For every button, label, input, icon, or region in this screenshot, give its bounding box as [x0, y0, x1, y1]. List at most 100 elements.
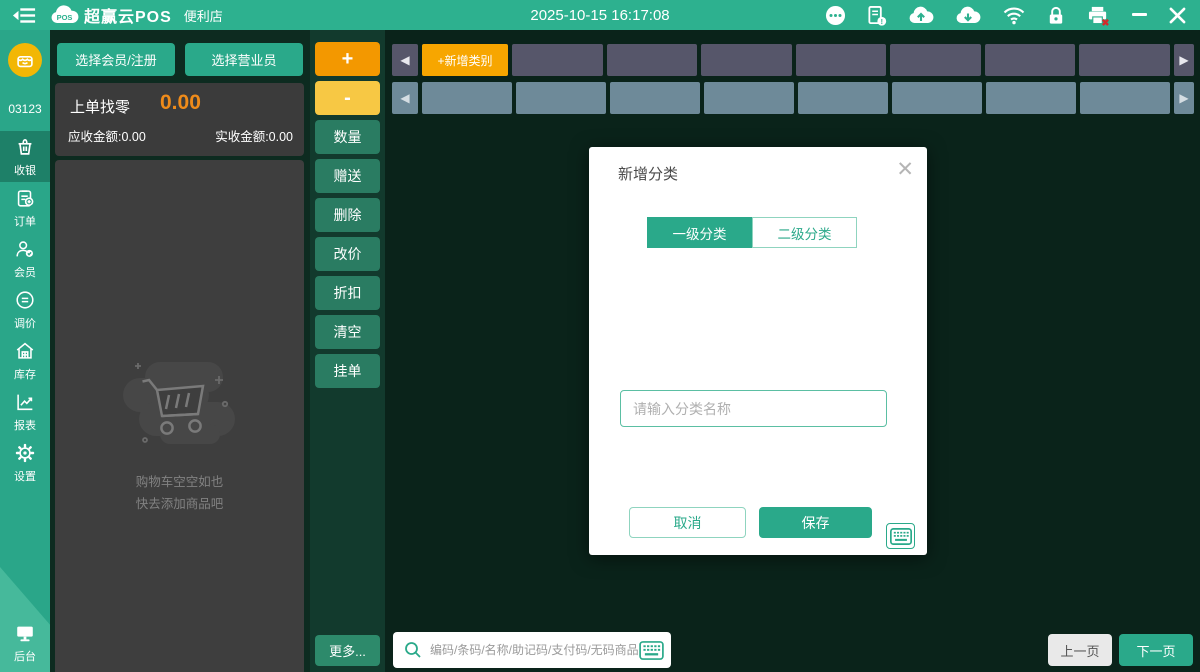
- server-alert-icon[interactable]: !: [867, 5, 887, 26]
- change-label: 上单找零: [70, 96, 130, 117]
- empty-cart-illustration: [105, 352, 255, 469]
- empty-cart-line1: 购物车空空如也: [136, 473, 224, 491]
- category-slot: [512, 44, 603, 76]
- lock-icon[interactable]: [1047, 5, 1065, 26]
- settings-icon: [14, 442, 36, 467]
- sidebar: 03123 收银 订单 会员 调价: [0, 30, 50, 672]
- modal-title: 新增分类: [618, 163, 678, 184]
- category-slot: [1079, 44, 1170, 76]
- category-slot: [985, 44, 1076, 76]
- prev-page-button[interactable]: 上一页: [1048, 634, 1112, 666]
- store-avatar[interactable]: [8, 43, 42, 77]
- tab-primary-category[interactable]: 一级分类: [647, 217, 752, 248]
- receivable-amount: 应收金额:0.00: [68, 126, 146, 145]
- svg-text:!: !: [881, 17, 883, 25]
- sidebar-item-orders[interactable]: 订单: [0, 182, 50, 233]
- cancel-button[interactable]: 取消: [629, 507, 746, 538]
- subcategory-slot: [986, 82, 1076, 114]
- modal-keyboard-icon[interactable]: [886, 523, 915, 549]
- topbar: POS 超赢云POS 便利店 2025-10-15 16:17:08 !: [0, 0, 1200, 30]
- subcategory-slot: [516, 82, 606, 114]
- sidebar-item-label: 收银: [14, 162, 36, 178]
- subcategory-slot: [892, 82, 982, 114]
- category-name-input[interactable]: [620, 390, 887, 427]
- sidebar-item-label: 会员: [14, 264, 36, 280]
- change-value: 0.00: [160, 91, 201, 115]
- select-clerk-button[interactable]: 选择营业员: [185, 43, 303, 76]
- inventory-icon: [14, 340, 36, 365]
- category-slot: [890, 44, 981, 76]
- sidebar-item-backend[interactable]: 后台: [0, 615, 50, 670]
- sidebar-item-label: 订单: [14, 213, 36, 229]
- subcategory-slot: [798, 82, 888, 114]
- save-button[interactable]: 保存: [759, 507, 872, 538]
- subcategory-slot: [1080, 82, 1170, 114]
- more-actions-button[interactable]: 更多...: [315, 635, 380, 666]
- sidebar-item-members[interactable]: 会员: [0, 233, 50, 284]
- sidebar-item-label: 调价: [14, 315, 36, 331]
- sidebar-item-price-adjust[interactable]: 调价: [0, 284, 50, 335]
- gift-button[interactable]: 赠送: [315, 159, 380, 193]
- search-keyboard-icon[interactable]: [639, 641, 664, 660]
- quantity-minus-button[interactable]: -: [315, 81, 380, 115]
- search-icon: [404, 641, 422, 659]
- collapse-menu-icon[interactable]: [12, 7, 36, 24]
- category-level-tabs: 一级分类 二级分类: [647, 217, 857, 248]
- next-page-button[interactable]: 下一页: [1119, 634, 1193, 666]
- sidebar-item-cashier[interactable]: 收银: [0, 131, 50, 182]
- subcategory-slot: [610, 82, 700, 114]
- subcategory-scroll-right-icon[interactable]: ▶: [1174, 82, 1194, 114]
- quantity-plus-button[interactable]: +: [315, 42, 380, 76]
- close-icon[interactable]: [1169, 7, 1186, 24]
- sidebar-item-settings[interactable]: 设置: [0, 437, 50, 488]
- store-name: 便利店: [184, 6, 223, 25]
- add-category-button[interactable]: +新增类别: [422, 44, 508, 76]
- wifi-icon: [1002, 5, 1026, 25]
- sidebar-item-inventory[interactable]: 库存: [0, 335, 50, 386]
- category-scroll-left-icon[interactable]: ◀: [392, 44, 418, 76]
- category-row-1: ◀ +新增类别 ▶: [392, 44, 1194, 76]
- pos-cloud-logo-icon: POS: [50, 4, 80, 27]
- cashier-icon: [14, 136, 36, 161]
- printer-error-icon[interactable]: [1086, 5, 1111, 26]
- actions-column: + - 数量 赠送 删除 改价 折扣 清空 挂单 更多...: [310, 30, 385, 672]
- members-icon: [14, 238, 36, 263]
- topbar-icons: !: [825, 5, 1200, 26]
- price-adjust-icon: [14, 289, 36, 314]
- cart-section: 选择会员/注册 选择营业员 上单找零 0.00 应收金额:0.00 实收金额:0…: [50, 30, 310, 672]
- app-name: 超赢云POS: [84, 3, 172, 27]
- sidebar-item-label: 设置: [14, 468, 36, 484]
- search-input[interactable]: [430, 643, 639, 657]
- modal-close-icon[interactable]: ✕: [896, 159, 914, 180]
- svg-text:POS: POS: [57, 13, 73, 22]
- sidebar-item-label: 库存: [14, 366, 36, 382]
- category-row-2: ◀ ▶: [392, 82, 1194, 114]
- received-amount: 实收金额:0.00: [215, 126, 293, 145]
- hold-order-button[interactable]: 挂单: [315, 354, 380, 388]
- cloud-download-icon[interactable]: [955, 5, 981, 25]
- discount-button[interactable]: 折扣: [315, 276, 380, 310]
- quantity-button[interactable]: 数量: [315, 120, 380, 154]
- cart-list-panel: 购物车空空如也 快去添加商品吧: [55, 160, 304, 672]
- change-price-button[interactable]: 改价: [315, 237, 380, 271]
- subcategory-scroll-left-icon[interactable]: ◀: [392, 82, 418, 114]
- select-member-button[interactable]: 选择会员/注册: [57, 43, 175, 76]
- tab-secondary-category[interactable]: 二级分类: [752, 217, 857, 248]
- more-icon[interactable]: [825, 5, 846, 26]
- user-id: 03123: [0, 102, 50, 116]
- sidebar-menu: 收银 订单 会员 调价 库存: [0, 131, 50, 488]
- clear-button[interactable]: 清空: [315, 315, 380, 349]
- sidebar-item-label: 后台: [14, 648, 36, 664]
- delete-button[interactable]: 删除: [315, 198, 380, 232]
- category-slot: [796, 44, 887, 76]
- minimize-icon[interactable]: [1132, 13, 1148, 17]
- payment-summary-panel: 上单找零 0.00 应收金额:0.00 实收金额:0.00: [55, 83, 304, 156]
- backend-icon: [13, 622, 37, 647]
- orders-icon: [14, 187, 36, 212]
- sidebar-item-label: 报表: [14, 417, 36, 433]
- subcategory-slot: [422, 82, 512, 114]
- sidebar-item-reports[interactable]: 报表: [0, 386, 50, 437]
- cloud-upload-icon[interactable]: [908, 5, 934, 25]
- category-bar: ◀ +新增类别 ▶ ◀ ▶: [385, 30, 1200, 118]
- category-scroll-right-icon[interactable]: ▶: [1174, 44, 1194, 76]
